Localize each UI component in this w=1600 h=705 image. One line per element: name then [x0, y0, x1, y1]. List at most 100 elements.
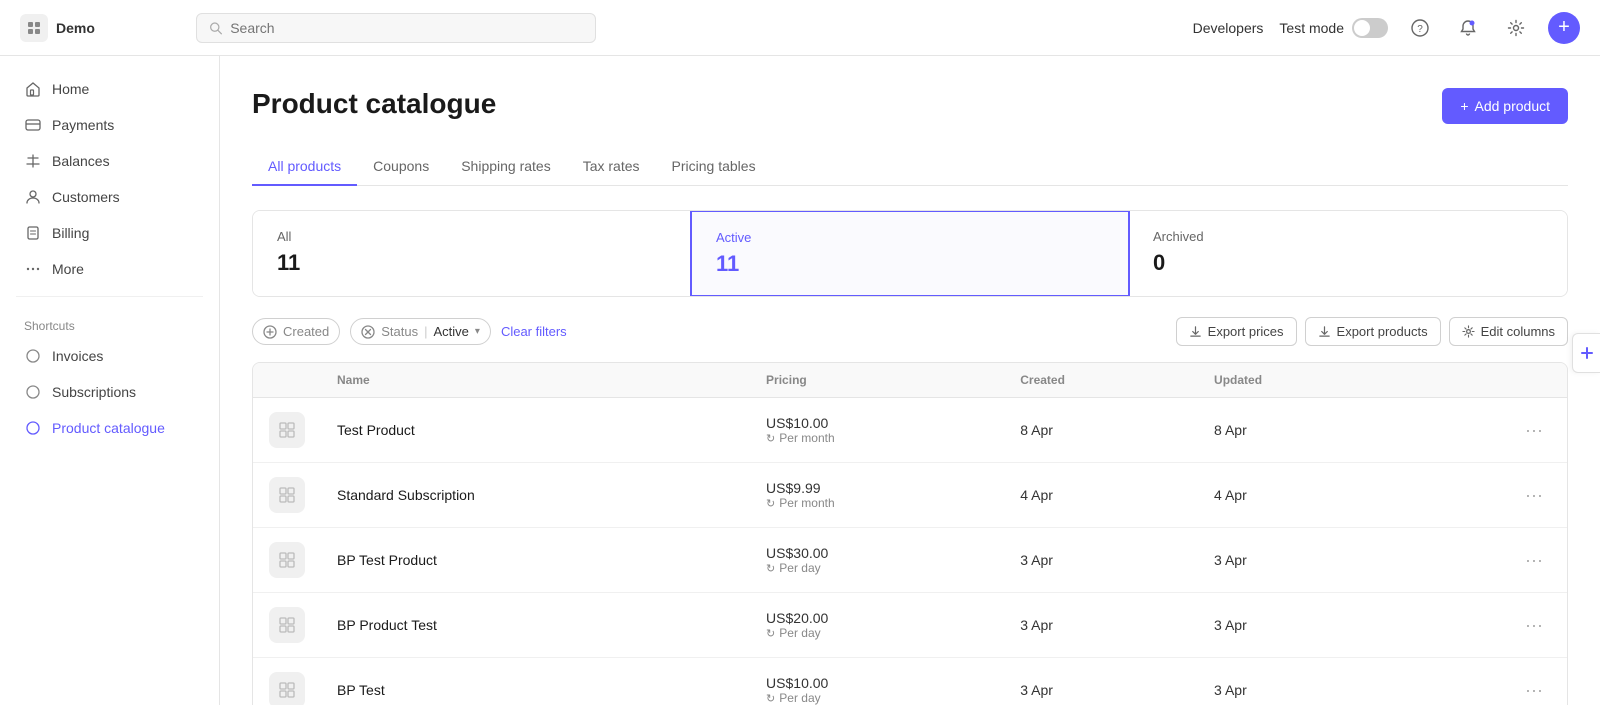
tab-tax-rates[interactable]: Tax rates — [567, 148, 656, 186]
customers-label: Customers — [52, 189, 120, 205]
sidebar-item-billing[interactable]: Billing — [8, 216, 211, 250]
filter-all-value: 11 — [277, 250, 666, 276]
filter-all-label: All — [277, 229, 666, 244]
app-logo[interactable]: Demo — [20, 14, 180, 42]
sidebar-divider — [16, 296, 203, 297]
home-icon — [24, 80, 42, 98]
page-header: Product catalogue + Add product — [252, 88, 1568, 124]
sidebar-item-payments[interactable]: Payments — [8, 108, 211, 142]
tab-all-products[interactable]: All products — [252, 148, 357, 186]
toggle-knob — [1354, 20, 1370, 36]
search-bar[interactable] — [196, 13, 596, 43]
sidebar-item-invoices[interactable]: Invoices — [8, 339, 211, 373]
table-row[interactable]: Test Product US$10.00 ↻ Per month 8 Apr … — [253, 398, 1567, 463]
table-row[interactable]: BP Test Product US$30.00 ↻ Per day 3 Apr… — [253, 528, 1567, 593]
product-name: BP Test Product — [337, 552, 437, 568]
edit-columns-label: Edit columns — [1481, 324, 1555, 339]
filter-card-active[interactable]: Active 11 — [690, 210, 1130, 297]
sidebar-item-customers[interactable]: Customers — [8, 180, 211, 214]
pricing-sub: ↻ Per month — [766, 431, 988, 445]
product-icon — [269, 477, 305, 513]
x-circle-icon — [361, 325, 375, 339]
product-catalogue-icon — [24, 419, 42, 437]
sidebar-item-home[interactable]: Home — [8, 72, 211, 106]
product-icon — [269, 672, 305, 705]
balances-icon — [24, 152, 42, 170]
product-icon — [269, 607, 305, 643]
test-mode-label: Test mode — [1279, 20, 1344, 36]
product-icon — [269, 542, 305, 578]
product-name: BP Product Test — [337, 617, 437, 633]
table-header-row: Name Pricing Created Updated — [253, 363, 1567, 398]
row-more-button[interactable]: ··· — [1517, 481, 1551, 509]
customers-icon — [24, 188, 42, 206]
add-product-button[interactable]: + Add product — [1442, 88, 1568, 124]
chip-separator: | — [424, 324, 427, 339]
status-chip-label: Status — [381, 324, 418, 339]
balances-label: Balances — [52, 153, 110, 169]
settings-icon[interactable] — [1500, 12, 1532, 44]
test-mode-toggle[interactable] — [1352, 18, 1388, 38]
global-add-button[interactable]: + — [1548, 12, 1580, 44]
payments-icon — [24, 116, 42, 134]
pricing-main: US$10.00 — [766, 415, 988, 431]
topbar: Demo Developers Test mode ? + — [0, 0, 1600, 56]
created-date: 3 Apr — [1004, 528, 1198, 593]
recur-icon: ↻ — [766, 497, 775, 510]
sidebar-item-more[interactable]: More — [8, 252, 211, 286]
export-prices-label: Export prices — [1208, 324, 1284, 339]
edit-columns-button[interactable]: Edit columns — [1449, 317, 1568, 346]
pricing-main: US$10.00 — [766, 675, 988, 691]
pricing-main: US$9.99 — [766, 480, 988, 496]
col-created: Created — [1004, 363, 1198, 398]
status-filter-chip[interactable]: Status | Active ▾ — [350, 318, 491, 345]
svg-text:?: ? — [1417, 24, 1423, 35]
more-label: More — [52, 261, 84, 277]
filter-card-archived[interactable]: Archived 0 — [1129, 211, 1567, 296]
table-row[interactable]: BP Test US$10.00 ↻ Per day 3 Apr 3 Apr ·… — [253, 658, 1567, 705]
sidebar-item-balances[interactable]: Balances — [8, 144, 211, 178]
product-name: BP Test — [337, 682, 385, 698]
row-more-button[interactable]: ··· — [1517, 611, 1551, 639]
filter-row: Created Status | Active ▾ Clear filters … — [252, 317, 1568, 346]
export-prices-button[interactable]: Export prices — [1176, 317, 1297, 346]
pricing-main: US$30.00 — [766, 545, 988, 561]
developers-link[interactable]: Developers — [1193, 20, 1264, 36]
row-more-button[interactable]: ··· — [1517, 416, 1551, 444]
search-icon — [209, 21, 222, 35]
search-input[interactable] — [230, 20, 583, 36]
col-actions — [1400, 363, 1567, 398]
recur-icon: ↻ — [766, 432, 775, 445]
more-icon — [24, 260, 42, 278]
created-filter-chip[interactable]: Created — [252, 318, 340, 345]
clear-filters-button[interactable]: Clear filters — [501, 324, 567, 339]
app-name: Demo — [56, 20, 95, 36]
filter-actions: Export prices Export products Edit colum… — [1176, 317, 1568, 346]
export-products-button[interactable]: Export products — [1305, 317, 1441, 346]
tab-coupons[interactable]: Coupons — [357, 148, 445, 186]
product-icon — [269, 412, 305, 448]
export-prices-icon — [1189, 325, 1202, 338]
recur-icon: ↻ — [766, 562, 775, 575]
sidebar-item-subscriptions[interactable]: Subscriptions — [8, 375, 211, 409]
col-updated: Updated — [1198, 363, 1400, 398]
table-row[interactable]: BP Product Test US$20.00 ↻ Per day 3 Apr… — [253, 593, 1567, 658]
table-row[interactable]: Standard Subscription US$9.99 ↻ Per mont… — [253, 463, 1567, 528]
edge-add-button[interactable] — [1572, 333, 1600, 373]
topbar-right: Developers Test mode ? + — [1193, 12, 1580, 44]
home-label: Home — [52, 81, 89, 97]
tab-shipping-rates[interactable]: Shipping rates — [445, 148, 567, 186]
layout: Home Payments Balances Customers Billing — [0, 56, 1600, 705]
tab-pricing-tables[interactable]: Pricing tables — [656, 148, 772, 186]
status-chip-value: Active — [434, 324, 469, 339]
filter-card-all[interactable]: All 11 — [253, 211, 691, 296]
notifications-icon[interactable] — [1452, 12, 1484, 44]
sidebar-item-product-catalogue[interactable]: Product catalogue — [8, 411, 211, 445]
product-name: Test Product — [337, 422, 415, 438]
page-title: Product catalogue — [252, 88, 496, 120]
pricing-sub: ↻ Per month — [766, 496, 988, 510]
row-more-button[interactable]: ··· — [1517, 546, 1551, 574]
row-more-button[interactable]: ··· — [1517, 676, 1551, 704]
help-icon[interactable]: ? — [1404, 12, 1436, 44]
products-table: Name Pricing Created Updated Test Produc… — [252, 362, 1568, 705]
